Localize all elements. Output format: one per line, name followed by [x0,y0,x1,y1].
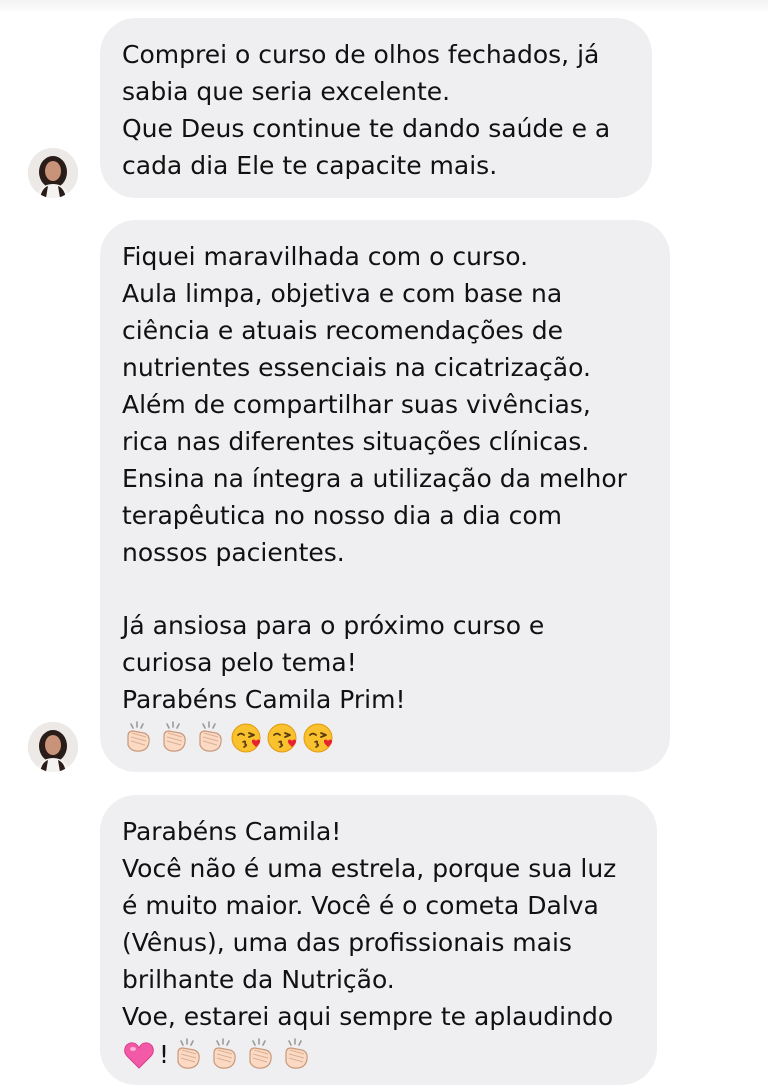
face-blowing-kiss-icon [230,721,264,755]
avatar-photo-icon [28,148,78,198]
message-text-line: é muito maior. Você é o cometa Dalva [122,891,599,920]
message-text-line: terapêutica no nosso dia a dia com [122,501,562,530]
message-text-line: Comprei o curso de olhos fechados, já [122,40,600,69]
message-bubble[interactable]: Comprei o curso de olhos fechados, já sa… [100,18,652,198]
message-text-line: Voe, estarei aqui sempre te aplaudindo [122,1002,614,1031]
face-blowing-kiss-icon [302,721,336,755]
message-text-line: (Vênus), uma das profissionais mais [122,928,572,957]
message-text-line: curiosa pelo tema! [122,648,357,677]
message-text-line: cada dia Ele te capacite mais. [122,151,498,180]
clapping-hands-icon [280,1038,314,1072]
clapping-hands-icon [194,721,228,755]
paragraph-break [122,571,648,607]
clapping-hands-icon [122,721,156,755]
clapping-hands-icon [172,1038,206,1072]
message-text-line: Que Deus continue te dando saúde e a [122,114,611,143]
emoji-row: ! [122,1035,635,1075]
message-text-line: Além de compartilhar suas vivências, [122,390,591,419]
exclamation-text: ! [159,1040,170,1069]
message-text-line: brilhante da Nutrição. [122,965,395,994]
avatar[interactable] [28,148,78,198]
message-text-line: Fiquei maravilhada com o curso. [122,242,529,271]
message-bubble[interactable]: Parabéns Camila! Você não é uma estrela,… [100,795,657,1085]
message-text-line: Já ansiosa para o próximo curso e [122,611,545,640]
avatar[interactable] [28,722,78,772]
message-text-line: Parabéns Camila! [122,817,342,846]
message-text-line: Aula limpa, objetiva e com base na [122,279,563,308]
message-bubble[interactable]: Fiquei maravilhada com o curso. Aula lim… [100,220,670,772]
avatar-photo-icon [28,722,78,772]
message-text-line: Ensina na íntegra a utilização da melhor [122,464,627,493]
message-text-line: Parabéns Camila Prim! [122,685,406,714]
face-blowing-kiss-icon [266,721,300,755]
message-text-line: ciência e atuais recomendações de [122,316,563,345]
message-text-line: nossos pacientes. [122,538,345,567]
clapping-hands-icon [158,721,192,755]
clapping-hands-icon [208,1038,242,1072]
emoji-row [122,718,648,758]
message-text-line: nutrientes essenciais na cicatrização. [122,353,591,382]
message-text-line: rica nas diferentes situações clínicas. [122,427,590,456]
clapping-hands-icon [244,1038,278,1072]
pink-heart-icon [122,1038,156,1072]
message-text-line: Você não é uma estrela, porque sua luz [122,854,617,883]
message-text-line: sabia que seria excelente. [122,77,451,106]
message-thread[interactable]: Comprei o curso de olhos fechados, já sa… [0,0,768,1090]
